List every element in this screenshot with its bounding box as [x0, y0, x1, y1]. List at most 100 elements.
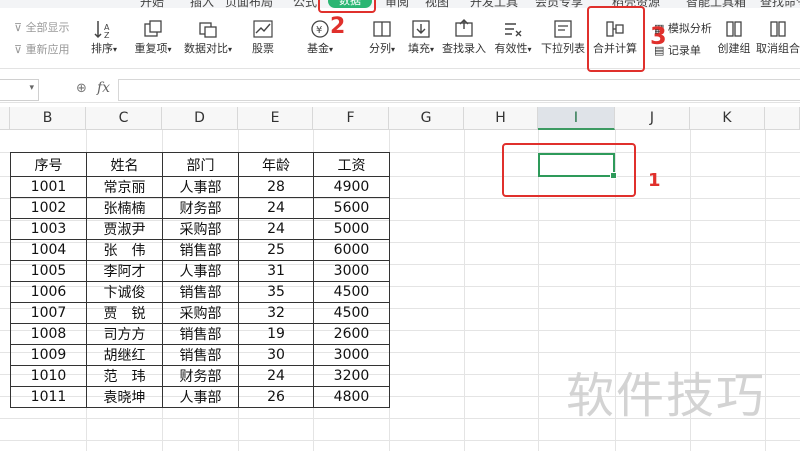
column-header-e[interactable]: E: [238, 107, 313, 130]
column-header-d[interactable]: D: [162, 107, 238, 130]
cell-department[interactable]: 销售部: [162, 239, 239, 261]
cell-age[interactable]: 30: [238, 344, 314, 366]
formula-input[interactable]: [118, 79, 800, 101]
cell-department[interactable]: 财务部: [162, 197, 239, 219]
cell-id[interactable]: 1003: [10, 218, 87, 240]
cell-salary[interactable]: 4800: [313, 386, 390, 408]
tab-developer[interactable]: 开发工具: [470, 0, 518, 8]
reapply-button[interactable]: ⊽ 重新应用: [14, 41, 70, 57]
cell-department[interactable]: 采购部: [162, 302, 239, 324]
header-age[interactable]: 年龄: [238, 152, 314, 177]
cell-salary[interactable]: 3000: [313, 260, 390, 282]
cell-id[interactable]: 1005: [10, 260, 87, 282]
cell-age[interactable]: 35: [238, 281, 314, 303]
header-salary[interactable]: 工资: [313, 152, 390, 177]
cell-department[interactable]: 销售部: [162, 281, 239, 303]
validity-button[interactable]: 有效性▾: [492, 18, 534, 56]
column-header-g[interactable]: G: [389, 107, 464, 130]
column-header-k[interactable]: K: [690, 107, 765, 130]
cell-department[interactable]: 采购部: [162, 218, 239, 240]
ungroup-button[interactable]: 取消组合: [756, 18, 800, 56]
column-header-f[interactable]: F: [313, 107, 389, 130]
cell-department[interactable]: 人事部: [162, 260, 239, 282]
duplicates-button[interactable]: 重复项▾: [130, 18, 176, 56]
cell-salary[interactable]: 2600: [313, 323, 390, 345]
tab-home[interactable]: 开始: [140, 0, 164, 8]
cell-name[interactable]: 张楠楠: [86, 197, 163, 219]
cell-id[interactable]: 1007: [10, 302, 87, 324]
split-button[interactable]: 分列▾: [367, 18, 397, 56]
header-id[interactable]: 序号: [10, 152, 87, 177]
column-header-i[interactable]: I: [538, 107, 615, 130]
cell-name[interactable]: 范 玮: [86, 365, 163, 387]
tab-member[interactable]: 会员专享: [535, 0, 583, 8]
create-group-button[interactable]: 创建组: [716, 18, 752, 56]
zoom-search-icon[interactable]: ⊕: [76, 81, 87, 96]
cell-salary[interactable]: 4900: [313, 176, 390, 198]
fill-button[interactable]: 填充▾: [404, 18, 438, 56]
cell-age[interactable]: 24: [238, 365, 314, 387]
cell-salary[interactable]: 5000: [313, 218, 390, 240]
cell-id[interactable]: 1001: [10, 176, 87, 198]
cell-department[interactable]: 人事部: [162, 386, 239, 408]
cell-name[interactable]: 贾 锐: [86, 302, 163, 324]
cell-age[interactable]: 26: [238, 386, 314, 408]
column-header-h[interactable]: H: [464, 107, 538, 130]
ungroup-icon: [770, 21, 786, 37]
dropdown-list-button[interactable]: 下拉列表: [540, 18, 586, 56]
cell-department[interactable]: 财务部: [162, 365, 239, 387]
cell-name[interactable]: 卞诚俊: [86, 281, 163, 303]
cell-salary[interactable]: 3200: [313, 365, 390, 387]
cell-id[interactable]: 1004: [10, 239, 87, 261]
tab-page-layout[interactable]: 页面布局: [225, 0, 273, 8]
fx-icon[interactable]: fx: [97, 80, 110, 96]
cell-salary[interactable]: 5600: [313, 197, 390, 219]
cell-name[interactable]: 贾淑尹: [86, 218, 163, 240]
cell-department[interactable]: 销售部: [162, 344, 239, 366]
show-all-button[interactable]: ⊽ 全部显示: [14, 19, 70, 35]
cell-age[interactable]: 32: [238, 302, 314, 324]
compare-button[interactable]: 数据对比▾: [180, 18, 236, 56]
tab-toolbox[interactable]: 智能工具箱: [686, 0, 746, 8]
cell-name[interactable]: 胡继红: [86, 344, 163, 366]
cell-id[interactable]: 1008: [10, 323, 87, 345]
stocks-button[interactable]: 股票: [243, 18, 283, 56]
cell-department[interactable]: 销售部: [162, 323, 239, 345]
tab-review[interactable]: 审阅: [385, 0, 409, 8]
cell-name[interactable]: 袁晓坤: [86, 386, 163, 408]
cell-name[interactable]: 常京丽: [86, 176, 163, 198]
cell-id[interactable]: 1010: [10, 365, 87, 387]
header-department[interactable]: 部门: [162, 152, 239, 177]
cell-salary[interactable]: 6000: [313, 239, 390, 261]
cell-salary[interactable]: 3000: [313, 344, 390, 366]
tab-find-command[interactable]: 查找命令: [760, 0, 800, 8]
cell-department[interactable]: 人事部: [162, 176, 239, 198]
cell-name[interactable]: 司方方: [86, 323, 163, 345]
column-header-overflow[interactable]: [765, 107, 800, 130]
column-header-j[interactable]: J: [615, 107, 690, 130]
cell-age[interactable]: 31: [238, 260, 314, 282]
tab-view[interactable]: 视图: [425, 0, 449, 8]
column-header-c[interactable]: C: [86, 107, 162, 130]
cell-id[interactable]: 1002: [10, 197, 87, 219]
name-box[interactable]: ▾: [0, 79, 39, 101]
row-header-corner[interactable]: [0, 107, 10, 130]
sort-button[interactable]: A Z 排序▾: [87, 18, 121, 56]
cell-age[interactable]: 24: [238, 197, 314, 219]
cell-salary[interactable]: 4500: [313, 281, 390, 303]
cell-name[interactable]: 张 伟: [86, 239, 163, 261]
column-header-b[interactable]: B: [10, 107, 86, 130]
cell-age[interactable]: 19: [238, 323, 314, 345]
lookup-entry-button[interactable]: 查找录入: [442, 18, 486, 56]
cell-id[interactable]: 1006: [10, 281, 87, 303]
cell-id[interactable]: 1011: [10, 386, 87, 408]
cell-name[interactable]: 李阿才: [86, 260, 163, 282]
header-name[interactable]: 姓名: [86, 152, 163, 177]
tab-formulas[interactable]: 公式: [293, 0, 317, 8]
tab-insert[interactable]: 插入: [190, 0, 214, 8]
cell-age[interactable]: 25: [238, 239, 314, 261]
cell-id[interactable]: 1009: [10, 344, 87, 366]
cell-salary[interactable]: 4500: [313, 302, 390, 324]
cell-age[interactable]: 28: [238, 176, 314, 198]
cell-age[interactable]: 24: [238, 218, 314, 240]
